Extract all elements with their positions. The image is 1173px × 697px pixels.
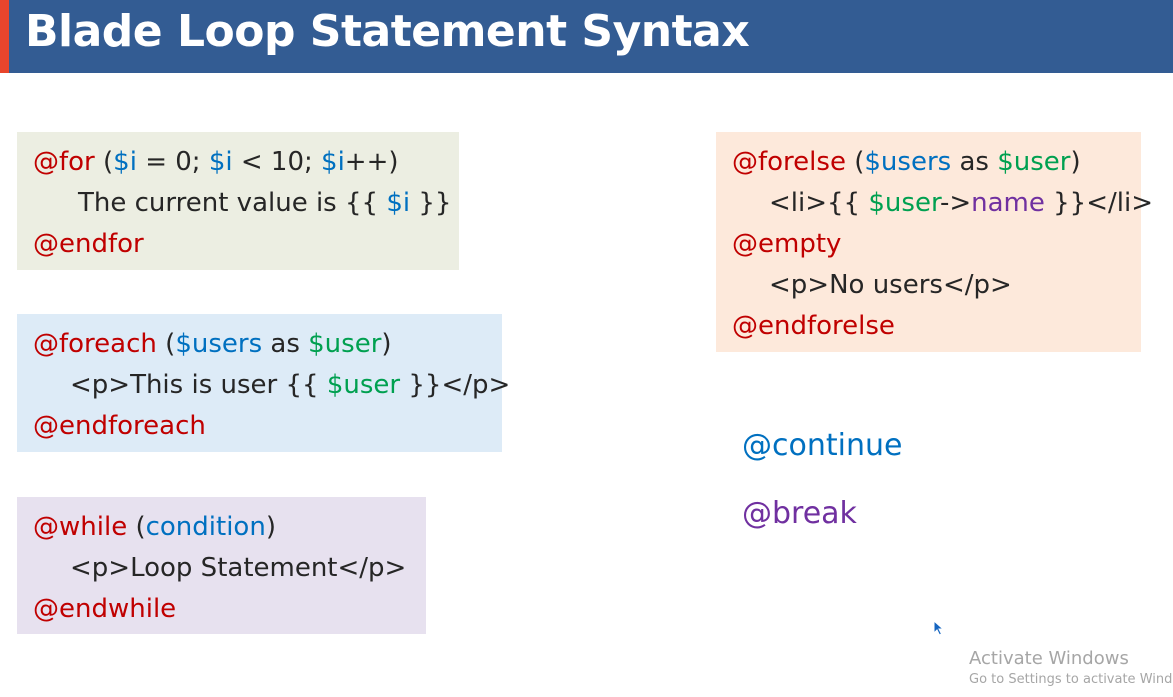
- for-body-text: The current value is {{: [78, 188, 387, 218]
- continue-directive: @continue: [742, 428, 903, 463]
- while-close-line: @endwhile: [33, 589, 426, 630]
- forelse-empty-body-line: <p>No users</p>: [732, 265, 1141, 306]
- forelse-as: as: [951, 147, 998, 177]
- foreach-close-paren: ): [381, 329, 392, 359]
- forelse-keyword: @forelse: [732, 147, 846, 177]
- forelse-close-paren: ): [1070, 147, 1081, 177]
- foreach-keyword: @foreach: [33, 329, 157, 359]
- foreach-open-paren: (: [156, 329, 176, 359]
- forelse-open-line: @forelse ($users as $user): [732, 142, 1141, 183]
- for-open-line: @for ($i = 0; $i < 10; $i++): [33, 142, 459, 183]
- for-increment: ++): [344, 147, 399, 177]
- for-close-line: @endfor: [33, 224, 459, 265]
- foreach-as: as: [262, 329, 309, 359]
- empty-keyword: @empty: [732, 229, 842, 259]
- endforeach-keyword: @endforeach: [33, 411, 206, 441]
- for-condition: < 10;: [232, 147, 322, 177]
- break-directive: @break: [742, 496, 857, 531]
- activation-watermark: Activate Windows Go to Settings to activ…: [969, 648, 1173, 690]
- forelse-empty-line: @empty: [732, 224, 1141, 265]
- forelse-li-line: <li>{{ $user->name }}</li>: [732, 183, 1153, 224]
- for-loop-code-block: @for ($i = 0; $i < 10; $i++) The current…: [17, 132, 459, 270]
- forelse-open-paren: (: [845, 147, 865, 177]
- for-var-i: $i: [208, 147, 233, 177]
- forelse-li-open: <li>{{: [769, 188, 869, 218]
- foreach-loop-code-block: @foreach ($users as $user) <p>This is us…: [17, 314, 510, 452]
- slide-header: Blade Loop Statement Syntax: [0, 0, 1173, 73]
- forelse-li-prop: name: [971, 188, 1045, 218]
- forelse-empty-body: <p>No users</p>: [769, 270, 1012, 300]
- forelse-close-line: @endforelse: [732, 306, 1141, 347]
- foreach-var-user: $user: [308, 329, 382, 359]
- while-keyword: @while: [33, 512, 128, 542]
- for-open-paren: (: [94, 147, 114, 177]
- forelse-loop-code-block: @forelse ($users as $user) <li>{{ $user-…: [716, 132, 1153, 352]
- foreach-body-line: <p>This is user {{ $user }}</p>: [33, 365, 510, 406]
- slide-title: Blade Loop Statement Syntax: [25, 6, 750, 57]
- while-condition: condition: [145, 512, 266, 542]
- foreach-close-line: @endforeach: [33, 406, 502, 447]
- forelse-li-var: $user: [868, 188, 940, 218]
- endfor-keyword: @endfor: [33, 229, 144, 259]
- while-close-paren: ): [265, 512, 276, 542]
- endwhile-keyword: @endwhile: [33, 594, 177, 624]
- for-var-i: $i: [113, 147, 137, 177]
- forelse-var-users: $users: [864, 147, 952, 177]
- foreach-body-text: <p>This is user {{: [70, 370, 327, 400]
- header-accent-bar: [0, 0, 9, 73]
- watermark-line-2: Go to Settings to activate Windc: [969, 672, 1173, 687]
- while-body-text: <p>Loop Statement</p>: [70, 553, 407, 583]
- for-var-i: $i: [321, 147, 345, 177]
- forelse-var-user: $user: [997, 147, 1071, 177]
- for-keyword: @for: [33, 147, 95, 177]
- watermark-line-1: Activate Windows: [969, 648, 1129, 669]
- while-open-line: @while (condition): [33, 507, 426, 548]
- foreach-body-var: $user: [326, 370, 401, 400]
- for-body-var: $i: [386, 188, 411, 218]
- for-body-close: }}: [410, 188, 452, 218]
- for-init: = 0;: [136, 147, 209, 177]
- endforelse-keyword: @endforelse: [732, 311, 895, 341]
- while-body-line: <p>Loop Statement</p>: [33, 548, 426, 589]
- forelse-li-close: }}</li>: [1044, 188, 1154, 218]
- mouse-pointer-icon: [933, 619, 945, 640]
- foreach-body-close: }}</p>: [400, 370, 511, 400]
- while-open-paren: (: [127, 512, 146, 542]
- foreach-var-users: $users: [175, 329, 263, 359]
- for-body-line: The current value is {{ $i }}: [33, 183, 459, 224]
- while-loop-code-block: @while (condition) <p>Loop Statement</p>…: [17, 497, 426, 634]
- forelse-li-arrow: ->: [939, 188, 972, 218]
- foreach-open-line: @foreach ($users as $user): [33, 324, 502, 365]
